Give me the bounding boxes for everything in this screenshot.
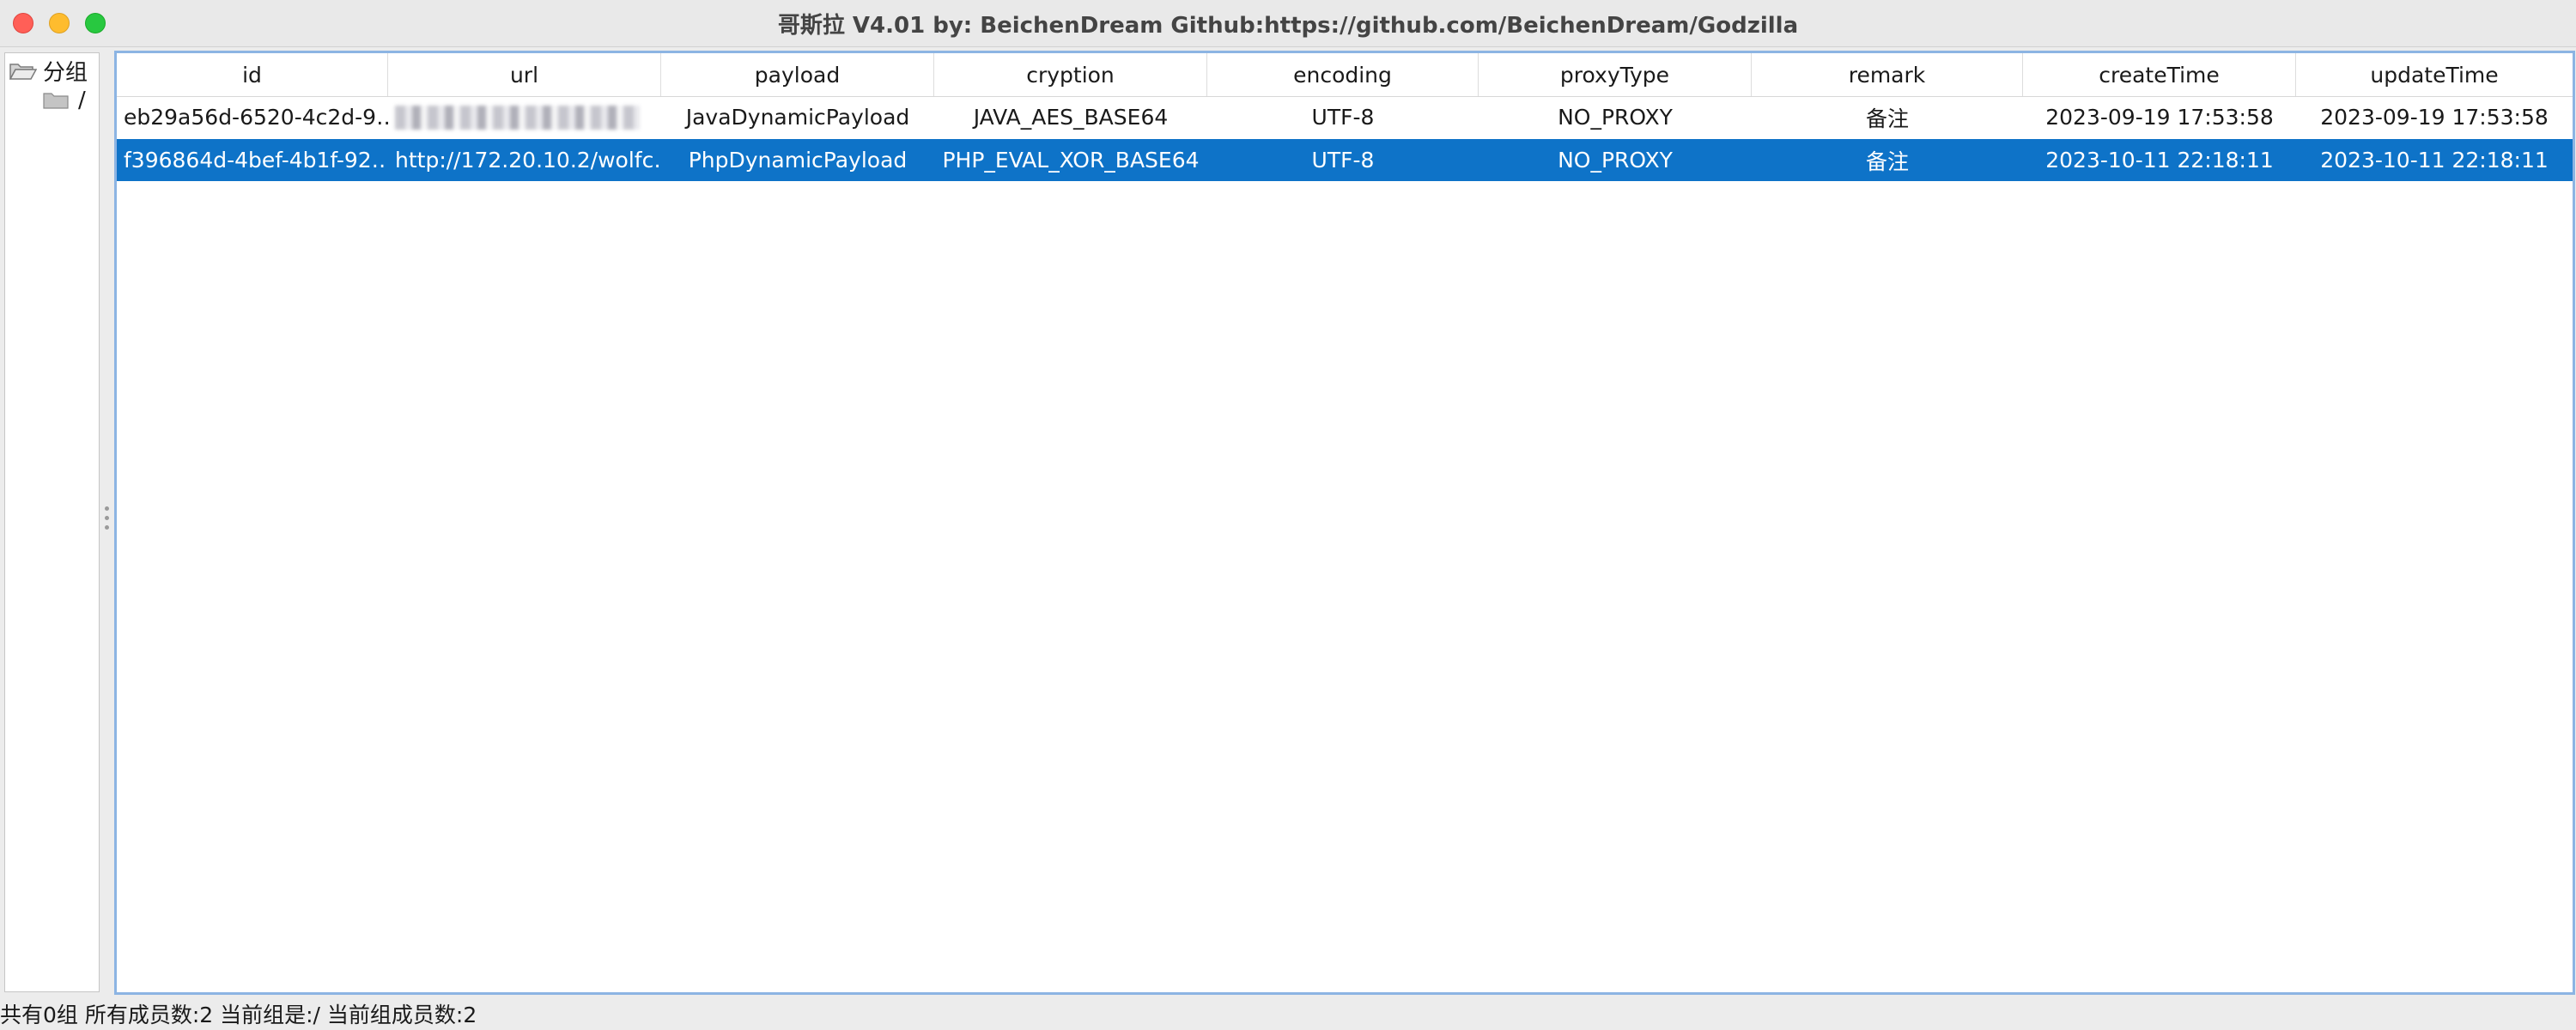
cell-proxytype: NO_PROXY	[1558, 148, 1673, 173]
cell-encoding: UTF-8	[1311, 105, 1375, 130]
cell-remark: 备注	[1865, 148, 1909, 174]
cell-cryption: JAVA_AES_BASE64	[973, 105, 1169, 130]
shell-table[interactable]: id url payload cryption encoding proxyTy…	[114, 51, 2575, 995]
cell-createtime: 2023-10-11 22:18:11	[2045, 148, 2274, 173]
cell-id: eb29a56d-6520-4c2d-9…	[124, 105, 388, 130]
column-header-id[interactable]: id	[117, 53, 388, 96]
table-row-selected[interactable]: f396864d-4bef-4b1f-92… http://172.20.10.…	[117, 139, 2573, 181]
cell-encoding: UTF-8	[1311, 148, 1375, 173]
column-header-cryption[interactable]: cryption	[934, 53, 1207, 96]
tree-item-slash-label: /	[78, 88, 86, 113]
title-bar[interactable]: 哥斯拉 V4.01 by: BeichenDream Github:https:…	[0, 0, 2576, 47]
cell-url: http://172.20.10.2/wolfc…	[395, 148, 661, 173]
table-row[interactable]: eb29a56d-6520-4c2d-9… JavaDynamicPayload…	[117, 96, 2573, 138]
tree-item-root[interactable]: 分组	[9, 55, 88, 87]
status-bar: 共有0组 所有成员数:2 当前组是:/ 当前组成员数:2	[0, 1003, 477, 1027]
cell-remark: 备注	[1865, 106, 1909, 131]
cell-updatetime: 2023-10-11 22:18:11	[2320, 148, 2549, 173]
column-header-encoding[interactable]: encoding	[1207, 53, 1479, 96]
column-header-updatetime[interactable]: updateTime	[2296, 53, 2573, 96]
cell-updatetime: 2023-09-19 17:53:58	[2320, 105, 2549, 130]
column-header-payload[interactable]: payload	[661, 53, 934, 96]
tree-item-root-label: 分组	[43, 60, 88, 86]
column-header-url[interactable]: url	[388, 53, 661, 96]
folder-open-icon	[9, 63, 37, 80]
column-header-remark[interactable]: remark	[1752, 53, 2023, 96]
group-tree[interactable]: 分组 /	[4, 52, 100, 992]
tree-item-slash[interactable]: /	[43, 88, 86, 113]
column-header-createtime[interactable]: createTime	[2023, 53, 2296, 96]
cell-payload: PhpDynamicPayload	[688, 148, 908, 173]
column-header-proxytype[interactable]: proxyType	[1479, 53, 1752, 96]
redacted-url	[395, 105, 640, 130]
cell-proxytype: NO_PROXY	[1558, 105, 1673, 130]
table-header: id url payload cryption encoding proxyTy…	[117, 53, 2573, 97]
window-title: 哥斯拉 V4.01 by: BeichenDream Github:https:…	[777, 13, 1799, 39]
cell-url	[388, 96, 661, 138]
cell-payload: JavaDynamicPayload	[685, 105, 910, 130]
cell-cryption: PHP_EVAL_XOR_BASE64	[942, 148, 1200, 173]
cell-createtime: 2023-09-19 17:53:58	[2045, 105, 2274, 130]
split-pane-handle[interactable]	[105, 506, 110, 536]
app-window: 哥斯拉 V4.01 by: BeichenDream Github:https:…	[0, 0, 2576, 1030]
folder-icon	[43, 93, 69, 109]
cell-id: f396864d-4bef-4b1f-92…	[124, 148, 388, 173]
